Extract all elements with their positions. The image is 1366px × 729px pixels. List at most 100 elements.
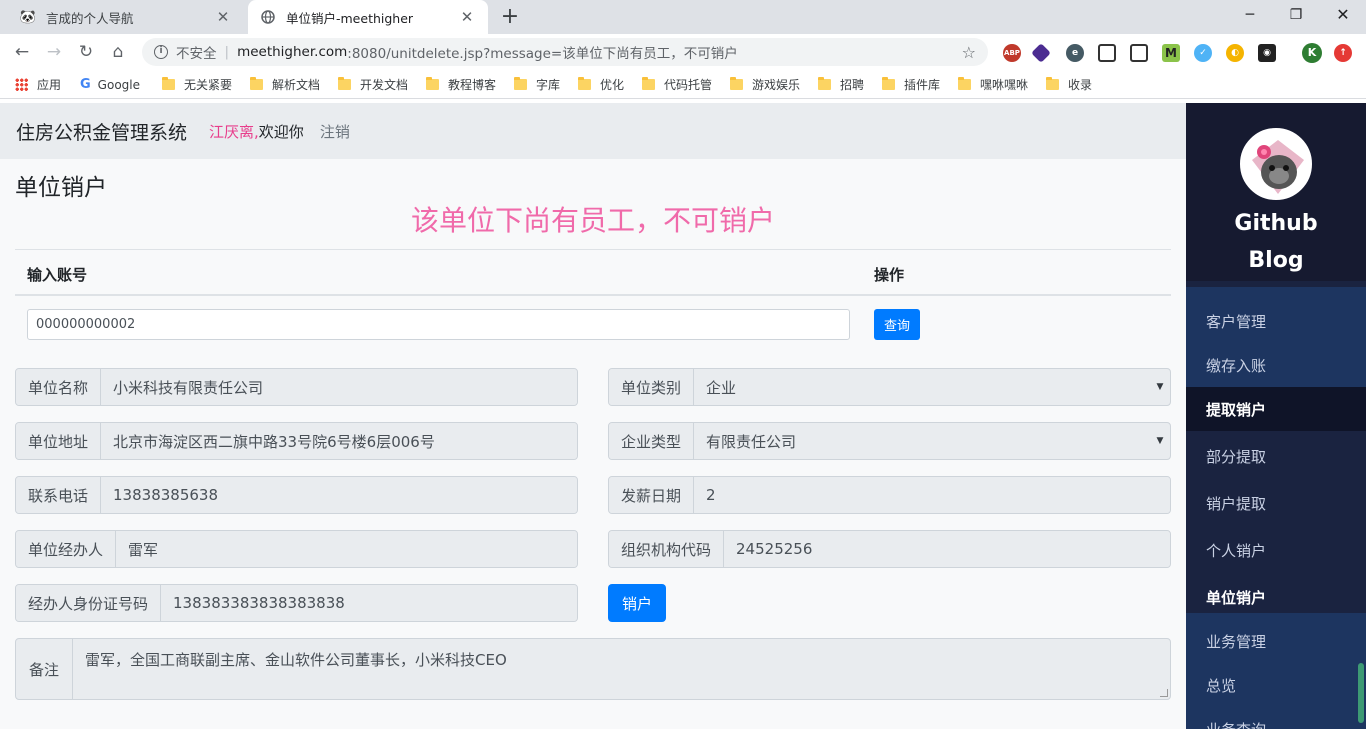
profile-avatar[interactable]: K	[1302, 43, 1322, 63]
apps-grid-icon	[15, 78, 28, 91]
field-label: 单位类别	[609, 369, 695, 405]
unit-address-value[interactable]: 北京市海淀区西二旗中路33号院6号楼6层006号	[101, 423, 577, 459]
sidebar-item-personal-close[interactable]: 个人销户	[1186, 527, 1366, 574]
browser-tab-strip: 🐼 言成的个人导航 ✕ 单位销户-meethigher ✕ + ─ ❐ ✕	[0, 0, 1366, 34]
sidebar-item-overview[interactable]: 总览	[1186, 663, 1366, 707]
query-table: 输入账号 操作 查询	[15, 249, 1171, 354]
agent-id-field[interactable]: 经办人身份证号码 138383383838383838	[15, 584, 578, 622]
bookmark-folder[interactable]: 收录	[1046, 70, 1092, 99]
close-tab-icon[interactable]: ✕	[458, 8, 476, 26]
bookmark-folder[interactable]: 解析文档	[250, 70, 320, 99]
divider: |	[224, 44, 230, 60]
user-name: 江厌离,	[209, 122, 259, 141]
close-tab-icon[interactable]: ✕	[214, 8, 232, 26]
bookmark-folder[interactable]: 开发文档	[338, 70, 408, 99]
unit-type-select[interactable]: 单位类别 企业 ▼	[608, 368, 1171, 406]
agent-field[interactable]: 单位经办人 雷军	[15, 530, 578, 568]
sidebar-item-withdraw[interactable]: 提取销户	[1186, 387, 1366, 431]
extension-diamond-icon[interactable]	[1031, 43, 1051, 63]
logout-link[interactable]: 注销	[320, 121, 350, 142]
phone-field[interactable]: 联系电话 13838385638	[15, 476, 578, 514]
close-window-icon[interactable]: ✕	[1320, 0, 1366, 30]
sidebar-item-business[interactable]: 业务管理	[1186, 619, 1366, 663]
agent-value[interactable]: 雷军	[116, 531, 577, 567]
resize-handle-icon[interactable]	[1160, 689, 1168, 697]
unit-name-field[interactable]: 单位名称 小米科技有限责任公司	[15, 368, 578, 406]
picture-in-picture-icon[interactable]	[1130, 44, 1148, 62]
page-title: 单位销户	[15, 175, 107, 201]
sidebar-item-query[interactable]: 业务查询	[1186, 707, 1366, 729]
restore-icon[interactable]: ❐	[1273, 0, 1319, 30]
forward-arrow-icon[interactable]: →	[40, 38, 68, 66]
enterprise-type-value[interactable]: 有限责任公司	[694, 423, 1150, 459]
adblock-icon[interactable]: ABP	[1003, 44, 1021, 62]
folder-icon	[162, 77, 175, 90]
extension-circle-icon[interactable]: ◐	[1226, 44, 1244, 62]
sidebar-scrollbar[interactable]	[1358, 663, 1364, 723]
enterprise-type-select[interactable]: 企业类型 有限责任公司 ▼	[608, 422, 1171, 460]
remark-textarea[interactable]: 雷军，全国工商联副主席、金山软件公司董事长，小米科技CEO	[73, 639, 1170, 699]
account-input[interactable]	[27, 309, 850, 340]
bookmark-folder[interactable]: 插件库	[882, 70, 940, 99]
new-tab-icon[interactable]: +	[498, 4, 522, 30]
folder-icon	[338, 77, 351, 90]
blog-title[interactable]: Github Blog	[1186, 205, 1366, 279]
sidebar: Github Blog 客户管理 缴存入账 提取销户 部分提取 销户提取 个人销…	[1186, 103, 1366, 729]
phone-value[interactable]: 13838385638	[101, 477, 577, 513]
extension-mask-icon[interactable]: ◉	[1258, 44, 1276, 62]
bookmark-folder[interactable]: 字库	[514, 70, 560, 99]
bookmark-folder[interactable]: 无关紧要	[162, 70, 232, 99]
home-icon[interactable]: ⌂	[104, 38, 132, 66]
minimize-icon[interactable]: ─	[1227, 0, 1273, 30]
bookmark-folder[interactable]: 代码托管	[642, 70, 712, 99]
app-name[interactable]: 住房公积金管理系统	[16, 118, 187, 145]
update-icon[interactable]: ↑	[1334, 44, 1352, 62]
remark-value: 雷军，全国工商联副主席、金山软件公司董事长，小米科技CEO	[85, 651, 507, 669]
sidebar-item-deposit[interactable]: 缴存入账	[1186, 343, 1366, 387]
unit-address-field[interactable]: 单位地址 北京市海淀区西二旗中路33号院6号楼6层006号	[15, 422, 578, 460]
bookmark-folder[interactable]: 招聘	[818, 70, 864, 99]
org-code-value[interactable]: 24525256	[724, 531, 1170, 567]
bookmark-apps[interactable]: 应用	[15, 70, 61, 99]
field-label: 组织机构代码	[609, 531, 725, 567]
bookmark-google[interactable]: G Google	[80, 70, 140, 99]
reload-icon[interactable]: ↻	[72, 38, 100, 66]
extension-e-icon[interactable]: e	[1066, 44, 1084, 62]
address-bar[interactable]: i 不安全 | meethigher.com :8080/unitdelete.…	[142, 38, 988, 66]
bookmark-label: 收录	[1068, 78, 1093, 92]
avatar[interactable]	[1240, 128, 1312, 200]
bookmark-label: 解析文档	[272, 78, 321, 92]
extension-check-icon[interactable]: ✓	[1194, 44, 1212, 62]
remark-field[interactable]: 备注 雷军，全国工商联副主席、金山软件公司董事长，小米科技CEO	[15, 638, 1171, 700]
cancel-account-button[interactable]: 销户	[608, 584, 666, 622]
bookmark-folder[interactable]: 嘿咻嘿咻	[958, 70, 1028, 99]
extension-m-icon[interactable]: M	[1162, 44, 1180, 62]
unit-name-value[interactable]: 小米科技有限责任公司	[101, 369, 577, 405]
sidebar-item-customer[interactable]: 客户管理	[1186, 299, 1366, 343]
pay-date-value[interactable]: 2	[694, 477, 1170, 513]
dropdown-caret-icon[interactable]: ▼	[1150, 423, 1170, 459]
browser-tab[interactable]: 🐼 言成的个人导航 ✕	[8, 0, 244, 34]
unit-type-value[interactable]: 企业	[694, 369, 1150, 405]
back-arrow-icon[interactable]: ←	[8, 38, 36, 66]
bookmark-folder[interactable]: 游戏娱乐	[730, 70, 800, 99]
dropdown-caret-icon[interactable]: ▼	[1150, 369, 1170, 405]
folder-icon	[818, 77, 831, 90]
field-label: 单位经办人	[16, 531, 117, 567]
pay-date-field[interactable]: 发薪日期 2	[608, 476, 1171, 514]
globe-favicon-icon	[260, 9, 276, 25]
qr-code-icon[interactable]	[1098, 44, 1116, 62]
bookmark-star-icon[interactable]: ☆	[962, 43, 976, 62]
bookmark-folder[interactable]: 教程博客	[426, 70, 496, 99]
bookmark-folder[interactable]: 优化	[578, 70, 624, 99]
query-button[interactable]: 查询	[874, 309, 920, 340]
sidebar-item-partial[interactable]: 部分提取	[1186, 433, 1366, 480]
folder-icon	[642, 77, 655, 90]
agent-id-value[interactable]: 138383383838383838	[161, 585, 577, 621]
browser-tab-active[interactable]: 单位销户-meethigher ✕	[248, 0, 488, 34]
org-code-field[interactable]: 组织机构代码 24525256	[608, 530, 1171, 568]
sidebar-item-close-withdraw[interactable]: 销户提取	[1186, 480, 1366, 527]
info-icon[interactable]: i	[154, 45, 168, 59]
folder-icon	[730, 77, 743, 90]
column-header-action: 操作	[874, 266, 905, 284]
